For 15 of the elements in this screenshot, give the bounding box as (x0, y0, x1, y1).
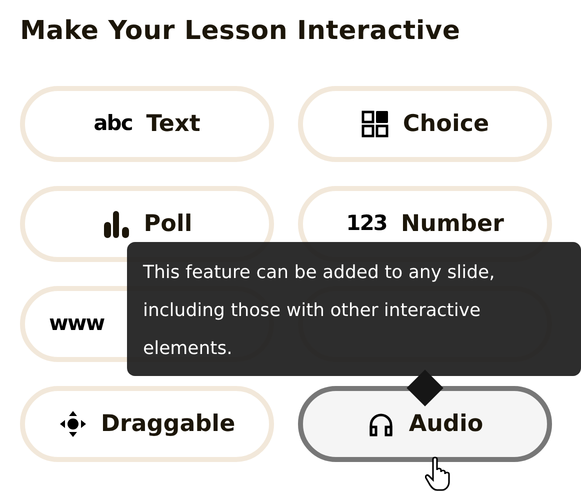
glyph-icon: abc (94, 108, 132, 140)
option-label: Draggable (100, 410, 236, 439)
glyph-icon: www (49, 308, 104, 340)
option-button[interactable]: abc Text (20, 86, 274, 162)
option-button[interactable]: Draggable (20, 386, 274, 462)
option-label: Poll (144, 210, 192, 239)
option-button[interactable]: Choice (298, 86, 552, 162)
glyph-icon: 123 (346, 208, 387, 240)
option-label: Text (146, 110, 200, 139)
heading: Make Your Lesson Interactive (20, 16, 462, 48)
option-label: Audio (408, 410, 484, 439)
tooltip-text: This feature can be added to any slide, including those with other interactive elements. (143, 261, 496, 361)
option-button[interactable]: Audio (298, 386, 552, 462)
option-label: Number (400, 210, 504, 239)
option-label: Choice (402, 110, 490, 139)
